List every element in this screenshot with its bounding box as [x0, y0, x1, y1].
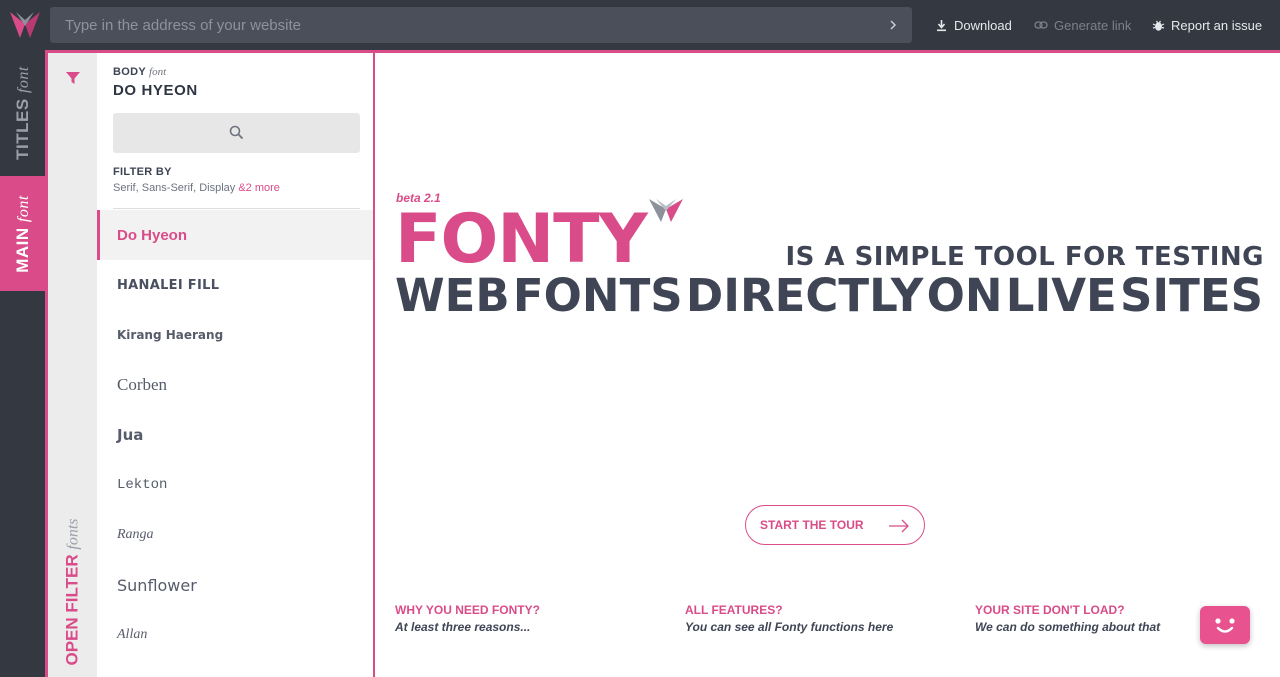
start-tour-button[interactable]: START THE TOUR: [745, 505, 925, 545]
filter-by-label: FILTER BY: [113, 166, 172, 178]
feature-title: ALL FEATURES?: [685, 603, 783, 617]
link-icon: [1034, 21, 1048, 29]
font-item-lekton[interactable]: Lekton: [97, 460, 373, 510]
filter-values: Serif, Sans-Serif, Display &2 more: [113, 182, 280, 194]
filter-more-link[interactable]: &2 more: [238, 182, 280, 194]
feature-subtitle: At least three reasons...: [395, 620, 531, 634]
filter-values-text: Serif, Sans-Serif, Display: [113, 182, 236, 194]
fonty-logo[interactable]: [8, 10, 42, 40]
current-font-name: DO HYEON: [113, 82, 198, 99]
arrow-right-icon: [889, 519, 909, 533]
hero-word: SITES: [1120, 269, 1263, 322]
feature-title: YOUR SITE DON'T LOAD?: [975, 603, 1125, 617]
fonty-logo-mark: [649, 199, 683, 222]
chevron-right-icon[interactable]: [886, 17, 900, 33]
font-item-corben[interactable]: Corben: [97, 360, 373, 410]
font-search-box[interactable]: [113, 113, 360, 153]
font-target-rail: TITLES font MAIN font: [0, 50, 45, 677]
generate-link-label: Generate link: [1054, 17, 1132, 33]
open-filter-label: OPEN FILTER fonts: [62, 518, 82, 666]
report-issue-label: Report an issue: [1171, 17, 1263, 33]
start-tour-label: START THE TOUR: [760, 518, 864, 532]
font-item-ranga[interactable]: Ranga: [97, 510, 373, 560]
feature-all-features[interactable]: ALL FEATURES? You can see all Fonty func…: [685, 603, 893, 634]
accent-line-panel: [373, 53, 375, 677]
filter-strip: OPEN FILTER fonts: [48, 53, 97, 677]
open-filter-button[interactable]: OPEN FILTER fonts: [48, 517, 97, 667]
tab-main-font[interactable]: MAIN font: [0, 176, 45, 291]
hero-tagline-1: IS A SIMPLE TOOL FOR TESTING: [785, 242, 1264, 272]
hero-word: FONTS: [512, 269, 683, 322]
search-icon: [229, 125, 244, 140]
filter-icon[interactable]: [65, 70, 81, 86]
feature-subtitle: We can do something about that: [975, 620, 1161, 634]
hero-title: FONTY: [395, 200, 648, 279]
font-item-do-hyeon[interactable]: Do Hyeon: [97, 210, 373, 260]
divider: [113, 208, 360, 209]
generate-link-button[interactable]: Generate link: [1034, 16, 1131, 34]
tab-main-label: MAIN font: [12, 194, 32, 273]
font-item-kirang-haerang[interactable]: Kirang Haerang: [97, 310, 373, 360]
hero-word: ON: [926, 269, 1003, 322]
hero-word: LIVE: [1005, 269, 1117, 322]
font-item-sunflower[interactable]: Sunflower: [97, 560, 373, 610]
feature-subtitle: You can see all Fonty functions here: [685, 620, 894, 634]
font-panel: BODY font DO HYEON FILTER BY Serif, Sans…: [97, 53, 373, 677]
font-list: Do Hyeon HANALEI FILL Kirang Haerang Cor…: [97, 210, 373, 660]
smiley-icon: [1215, 618, 1235, 633]
feature-why-fonty[interactable]: WHY YOU NEED FONTY? At least three reaso…: [395, 603, 540, 634]
download-button[interactable]: Download: [935, 16, 1012, 34]
feature-site-not-loading[interactable]: YOUR SITE DON'T LOAD? We can do somethin…: [975, 603, 1160, 634]
tab-titles-font[interactable]: TITLES font: [0, 50, 45, 176]
top-bar: Download Generate link Report an issue: [0, 0, 1280, 50]
website-address-input[interactable]: [50, 7, 880, 43]
download-icon: [937, 19, 946, 31]
body-font-label: BODY font: [113, 66, 167, 78]
download-label: Download: [954, 17, 1012, 33]
bug-icon: [1152, 20, 1165, 31]
hero-word: WEB: [395, 269, 510, 322]
tab-titles-label: TITLES font: [12, 66, 32, 160]
font-item-allan[interactable]: Allan: [97, 610, 373, 660]
hero-tagline-2: WEB FONTS DIRECTLY ON LIVE SITES: [395, 270, 1263, 322]
feature-title: WHY YOU NEED FONTY?: [395, 603, 540, 617]
font-item-hanalei-fill[interactable]: HANALEI FILL: [97, 260, 373, 310]
font-item-jua[interactable]: Jua: [97, 410, 373, 460]
address-bar: [50, 7, 912, 43]
hero-word: DIRECTLY: [685, 269, 924, 322]
report-issue-button[interactable]: Report an issue: [1152, 16, 1262, 34]
chat-bot-button[interactable]: [1200, 606, 1250, 644]
